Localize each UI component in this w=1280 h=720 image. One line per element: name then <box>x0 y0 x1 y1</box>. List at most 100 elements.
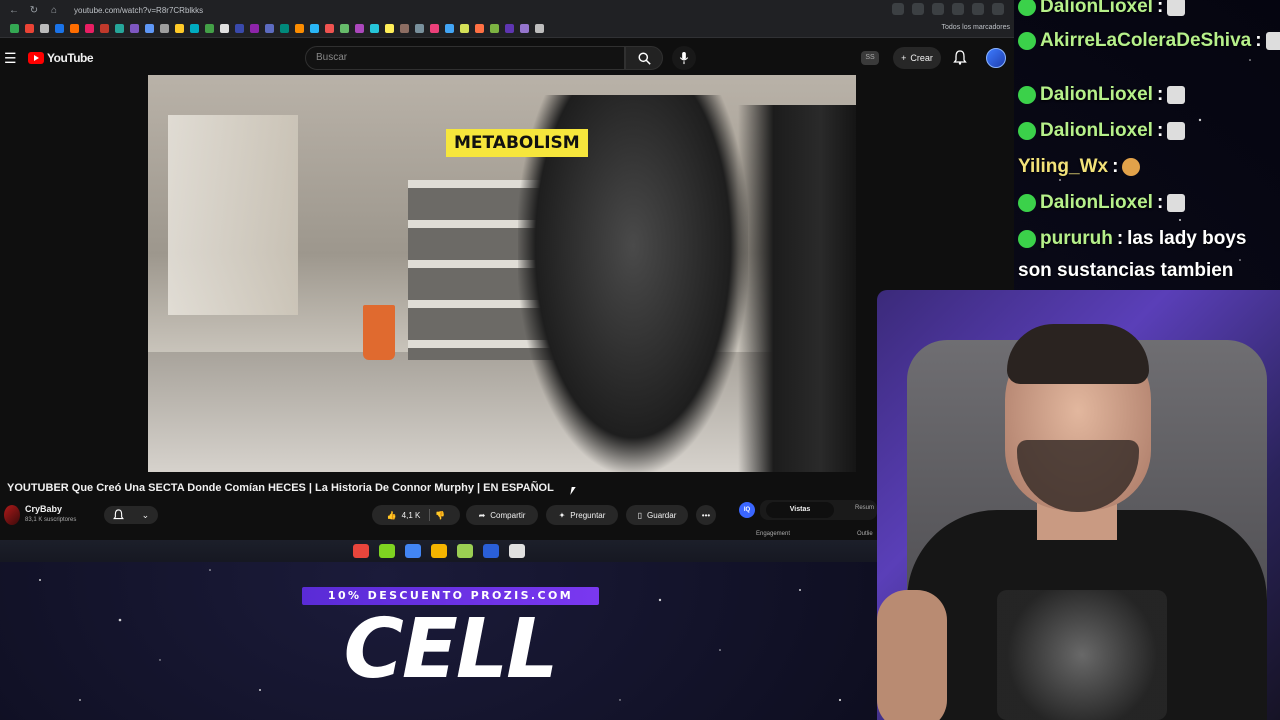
voice-search-button[interactable] <box>672 46 696 70</box>
taskbar-app-icon[interactable] <box>404 544 421 558</box>
bookmark-icon[interactable] <box>160 24 169 33</box>
bookmark-icon[interactable] <box>475 24 484 33</box>
bookmark-icon[interactable] <box>190 24 199 33</box>
bookmark-star-icon[interactable] <box>932 3 944 15</box>
bookmark-icon[interactable] <box>400 24 409 33</box>
tab-vistas[interactable]: Vistas <box>766 502 834 518</box>
bookmark-icon[interactable] <box>430 24 439 33</box>
video-player[interactable]: METABOLISM <box>148 75 856 472</box>
subscription-bell-button[interactable]: ⌄ <box>104 506 158 524</box>
subscriber-badge-icon <box>1018 86 1036 104</box>
zoom-icon[interactable] <box>892 3 904 15</box>
taskbar <box>0 540 877 562</box>
bookmark-icon[interactable] <box>55 24 64 33</box>
chat-username[interactable]: AkirreLaColeraDeShiva <box>1040 30 1251 52</box>
bookmark-icon[interactable] <box>535 24 544 33</box>
subscriber-badge-icon <box>1018 0 1036 16</box>
taskbar-app-icon[interactable] <box>456 544 473 558</box>
bookmark-icon[interactable] <box>40 24 49 33</box>
ask-button[interactable]: ✦ Preguntar <box>546 505 618 525</box>
user-avatar[interactable] <box>986 48 1006 68</box>
bookmark-icon[interactable] <box>10 24 19 33</box>
url-field[interactable]: youtube.com/watch?v=R8r7CRblkks <box>74 6 203 15</box>
dislike-button[interactable]: 👎 <box>435 511 445 520</box>
like-divider <box>429 509 431 521</box>
bookmark-icon[interactable] <box>445 24 454 33</box>
iq-extension-badge[interactable]: IQ <box>739 502 755 518</box>
plus-icon: + <box>901 53 907 63</box>
bookmark-icon[interactable] <box>370 24 379 33</box>
bookmark-icon[interactable] <box>25 24 34 33</box>
bookmark-icon[interactable] <box>280 24 289 33</box>
taskbar-app-icon[interactable] <box>430 544 447 558</box>
bookmark-icon[interactable] <box>355 24 364 33</box>
channel-avatar[interactable] <box>4 505 20 525</box>
bookmark-icon[interactable] <box>310 24 319 33</box>
search-button[interactable] <box>625 46 663 70</box>
bookmark-icon[interactable] <box>295 24 304 33</box>
chat-separator: : <box>1255 30 1262 51</box>
save-button[interactable]: ▯ Guardar <box>626 505 688 525</box>
search-input[interactable]: Buscar <box>305 46 625 70</box>
webcam-shirt-print <box>997 590 1167 720</box>
taskbar-app-icon[interactable] <box>482 544 499 558</box>
bookmark-icon[interactable] <box>85 24 94 33</box>
more-actions-button[interactable]: ••• <box>696 505 716 525</box>
bookmark-icon[interactable] <box>70 24 79 33</box>
bookmarks-bar: Todos los marcadores <box>0 20 1014 38</box>
bookmark-icon[interactable] <box>250 24 259 33</box>
mouse-cursor-icon <box>570 487 576 495</box>
bookmark-icon[interactable] <box>145 24 154 33</box>
reload-icon[interactable]: ↻ <box>28 5 40 16</box>
bookmark-icon[interactable] <box>415 24 424 33</box>
bookmark-icon[interactable] <box>340 24 349 33</box>
bookmark-icon[interactable] <box>265 24 274 33</box>
chat-username[interactable]: DalionLioxel <box>1040 192 1153 214</box>
chat-separator: : <box>1156 84 1164 105</box>
notifications-bell-icon[interactable] <box>953 50 967 65</box>
bookmark-icon[interactable] <box>505 24 514 33</box>
all-bookmarks-link[interactable]: Todos los marcadores <box>942 24 1010 31</box>
bookmark-icon[interactable] <box>490 24 499 33</box>
chat-message: DalionLioxel: <box>1018 84 1186 106</box>
bookmark-icon[interactable] <box>100 24 109 33</box>
bookmark-icon[interactable] <box>205 24 214 33</box>
bookmark-icon[interactable] <box>175 24 184 33</box>
share-button[interactable]: ➦ Compartir <box>466 505 538 525</box>
youtube-logo[interactable]: YouTube <box>28 51 94 65</box>
tab-resumen[interactable]: Resum <box>855 505 874 511</box>
chat-username[interactable]: DalionLioxel <box>1040 0 1153 18</box>
profile-icon[interactable] <box>992 3 1004 15</box>
webcam-arm <box>877 590 947 720</box>
bookmark-icon[interactable] <box>130 24 139 33</box>
bookmark-icon[interactable] <box>520 24 529 33</box>
back-icon[interactable]: ← <box>8 5 20 16</box>
chat-username[interactable]: DalionLioxel <box>1040 120 1153 142</box>
puzzle-icon[interactable] <box>972 3 984 15</box>
home-icon[interactable]: ⌂ <box>48 5 60 16</box>
youtube-logo-text: YouTube <box>47 51 94 65</box>
bookmark-icon[interactable] <box>325 24 334 33</box>
extension-icon[interactable] <box>952 3 964 15</box>
cast-icon[interactable] <box>912 3 924 15</box>
taskbar-app-icon[interactable] <box>352 544 369 558</box>
taskbar-app-icon[interactable] <box>378 544 395 558</box>
create-button[interactable]: + Crear <box>893 47 941 69</box>
chevron-down-icon: ⌄ <box>141 509 150 520</box>
hamburger-menu-icon[interactable]: ☰ <box>4 50 17 67</box>
chat-username[interactable]: Yiling_Wx <box>1018 156 1108 178</box>
like-button[interactable]: 👍 <box>387 511 397 520</box>
like-count[interactable]: 4,1 K <box>402 511 421 520</box>
bookmark-icon[interactable] <box>385 24 394 33</box>
taskbar-app-icon[interactable] <box>508 544 525 558</box>
chat-username[interactable]: pururuh <box>1040 228 1113 250</box>
bookmark-icon[interactable] <box>115 24 124 33</box>
bookmark-icon[interactable] <box>460 24 469 33</box>
chat-username[interactable]: DalionLioxel <box>1040 84 1153 106</box>
chat-message: DalionLioxel: <box>1018 0 1186 18</box>
channel-name[interactable]: CryBaby <box>25 504 62 514</box>
bookmark-icon[interactable] <box>220 24 229 33</box>
bookmark-icon[interactable] <box>235 24 244 33</box>
ss-badge[interactable]: SS <box>861 51 879 65</box>
address-bar-row: ← ↻ ⌂ youtube.com/watch?v=R8r7CRblkks <box>0 0 1014 20</box>
